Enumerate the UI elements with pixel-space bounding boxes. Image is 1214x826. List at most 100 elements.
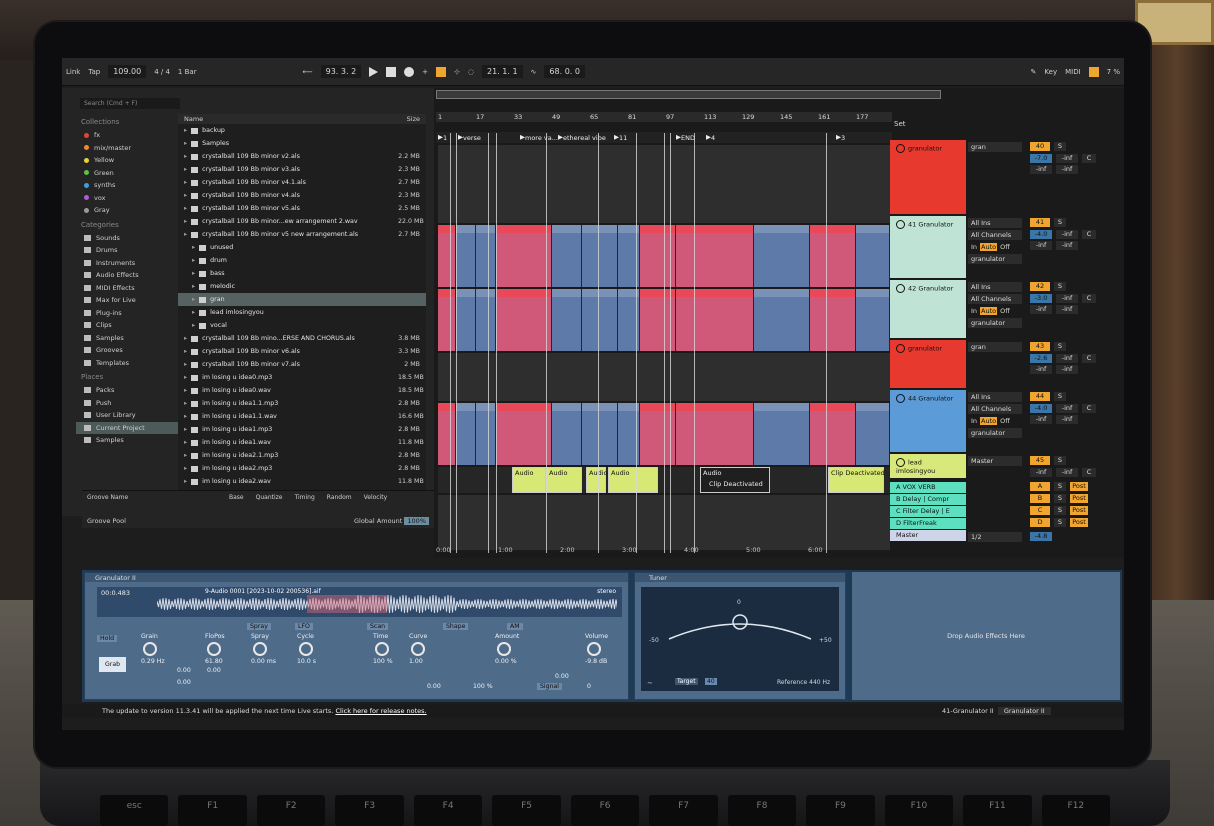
collection-item[interactable]: vox — [76, 192, 186, 205]
track-header[interactable]: granulator — [890, 140, 966, 214]
audio-clip[interactable]: Audio — [546, 467, 582, 493]
output-dropdown[interactable]: granulator — [968, 318, 1022, 328]
file-row[interactable]: ▸ im losing u idea0.mp3 18.5 MB — [178, 371, 426, 384]
set-button[interactable]: Set — [894, 120, 906, 128]
stop-icon[interactable] — [386, 66, 397, 77]
return-track-header[interactable]: C Filter Delay | E — [890, 506, 966, 517]
tuner-reference[interactable]: Reference 440 Hz — [777, 679, 830, 686]
file-row[interactable]: ▸ crystalball 109 Bb minor v5 new arrange… — [178, 228, 426, 241]
audio-clip[interactable] — [476, 403, 495, 465]
waveform-display[interactable]: 00:0.483 9-Audio 0001 [2023-10-02 200536… — [97, 587, 622, 617]
solo-button[interactable]: S — [1054, 342, 1066, 351]
groove-column-header[interactable]: Timing — [295, 494, 315, 501]
track-activator-icon[interactable] — [896, 220, 905, 229]
grain-knob[interactable] — [143, 642, 157, 656]
file-row[interactable]: ▸ im losing u idea1.1.mp3 2.8 MB — [178, 397, 426, 410]
granulator-title[interactable]: Granulator II — [85, 573, 628, 582]
section-tab[interactable]: Spray — [247, 623, 271, 630]
file-row[interactable]: ▸ bass — [178, 267, 426, 280]
section-tab[interactable]: LFO — [295, 623, 313, 630]
track-volume[interactable]: 42 — [1030, 282, 1050, 291]
output-dropdown[interactable]: granulator — [968, 254, 1022, 264]
groove-column-header[interactable]: Velocity — [364, 494, 388, 501]
file-row[interactable]: ▸ Samples — [178, 137, 426, 150]
collection-item[interactable]: fx — [76, 129, 186, 142]
track-lanes[interactable]: Audio Audio Audio Audio Audio Clip Deactivate… — [438, 133, 890, 555]
audio-clip[interactable] — [856, 225, 889, 287]
input-type-dropdown[interactable]: Master — [968, 456, 1022, 466]
track-activator-icon[interactable] — [896, 394, 905, 403]
tempo-field[interactable]: 109.00 — [108, 65, 147, 78]
pan-center[interactable]: C — [1082, 468, 1096, 477]
loop-icon[interactable]: ◌ — [468, 68, 474, 76]
pan-center[interactable]: C — [1082, 154, 1096, 163]
grain-value[interactable]: 0.29 Hz — [141, 658, 165, 665]
solo-button[interactable]: S — [1054, 494, 1066, 503]
file-row[interactable]: ▸ im losing u idea1.1.wav 16.6 MB — [178, 410, 426, 423]
tuner-mode-icon[interactable]: ∼ — [647, 679, 653, 687]
monitor-auto[interactable]: Auto — [980, 417, 998, 425]
audio-clip[interactable] — [476, 225, 495, 287]
category-item[interactable]: Templates — [76, 357, 186, 370]
audio-clip[interactable] — [754, 225, 809, 287]
audio-clip[interactable] — [676, 225, 753, 287]
groove-column-header[interactable]: Quantize — [256, 494, 283, 501]
section-tab[interactable]: Scan — [367, 623, 389, 630]
plus-icon[interactable]: + — [422, 68, 428, 76]
master-output-dropdown[interactable]: 1/2 — [968, 532, 1022, 542]
audio-clip[interactable] — [676, 403, 753, 465]
track-header[interactable]: 41 Granulator — [890, 216, 966, 278]
key-map-button[interactable]: Key — [1044, 68, 1057, 76]
track-activator-icon[interactable] — [896, 458, 905, 467]
locator-marker[interactable]: ▶ 4 — [706, 133, 715, 142]
post-button[interactable]: Post — [1070, 482, 1088, 491]
track-header[interactable]: lead imlosingyou — [890, 454, 966, 478]
loop-length[interactable]: 68. 0. 0 — [544, 65, 585, 78]
time-signature[interactable]: 4 / 4 — [154, 68, 170, 76]
draw-mode-icon[interactable]: ∿ — [531, 68, 537, 76]
category-item[interactable]: Audio Effects — [76, 269, 186, 282]
file-row[interactable]: ▸ crystalball 109 Bb minor...ew arrangeme… — [178, 215, 426, 228]
post-button[interactable]: Post — [1070, 494, 1088, 503]
input-type-dropdown[interactable]: All Ins — [968, 282, 1022, 292]
audio-clip[interactable] — [582, 225, 617, 287]
audio-clip[interactable] — [476, 289, 495, 351]
locator-marker[interactable]: ▶ END — [676, 133, 695, 142]
solo-button[interactable]: S — [1054, 282, 1066, 291]
track-volume[interactable]: 44 — [1030, 392, 1050, 401]
audio-clip[interactable] — [496, 225, 551, 287]
post-button[interactable]: Post — [1070, 506, 1088, 515]
quantize-menu[interactable]: 1 Bar — [178, 68, 197, 76]
locator-marker[interactable]: ▶ 3 — [836, 133, 845, 142]
monitor-in[interactable]: In — [971, 417, 977, 425]
solo-button[interactable]: S — [1054, 506, 1066, 515]
pencil-icon[interactable]: ✎ — [1031, 68, 1037, 76]
monitor-switch[interactable]: In Auto Off — [968, 306, 1022, 316]
link-button[interactable]: Link — [66, 68, 80, 76]
track-activator-icon[interactable] — [896, 344, 905, 353]
return-track-header[interactable]: B Delay | Compr — [890, 494, 966, 505]
monitor-auto[interactable]: Auto — [980, 243, 998, 251]
return-letter[interactable]: B — [1030, 494, 1050, 503]
file-row[interactable]: ▸ crystalball 109 Bb minor v7.als 2 MB — [178, 358, 426, 371]
return-letter[interactable]: A — [1030, 482, 1050, 491]
spray-value[interactable]: 0.00 ms — [251, 658, 276, 665]
selected-device[interactable]: Granulator II — [997, 707, 1051, 715]
place-item[interactable]: Packs — [76, 384, 186, 397]
pan-center[interactable]: C — [1082, 230, 1096, 239]
category-item[interactable]: Clips — [76, 319, 186, 332]
monitor-off[interactable]: Off — [1000, 417, 1010, 425]
arrangement-overview[interactable] — [436, 90, 941, 99]
key-value[interactable]: 0.00 — [207, 667, 221, 674]
track-volume[interactable]: 41 — [1030, 218, 1050, 227]
audio-clip[interactable]: Clip Deactivated — [828, 467, 885, 493]
category-item[interactable]: MIDI Effects — [76, 282, 186, 295]
track-volume[interactable]: 40 — [1030, 142, 1050, 151]
audio-clip[interactable] — [676, 289, 753, 351]
groove-column-header[interactable]: Groove Name — [87, 494, 217, 501]
time-knob[interactable] — [375, 642, 389, 656]
file-row[interactable]: ▸ crystalball 109 Bb minor v5.als 2.5 MB — [178, 202, 426, 215]
audio-clip[interactable] — [456, 225, 475, 287]
place-item[interactable]: Push — [76, 397, 186, 410]
audio-clip[interactable] — [810, 403, 855, 465]
